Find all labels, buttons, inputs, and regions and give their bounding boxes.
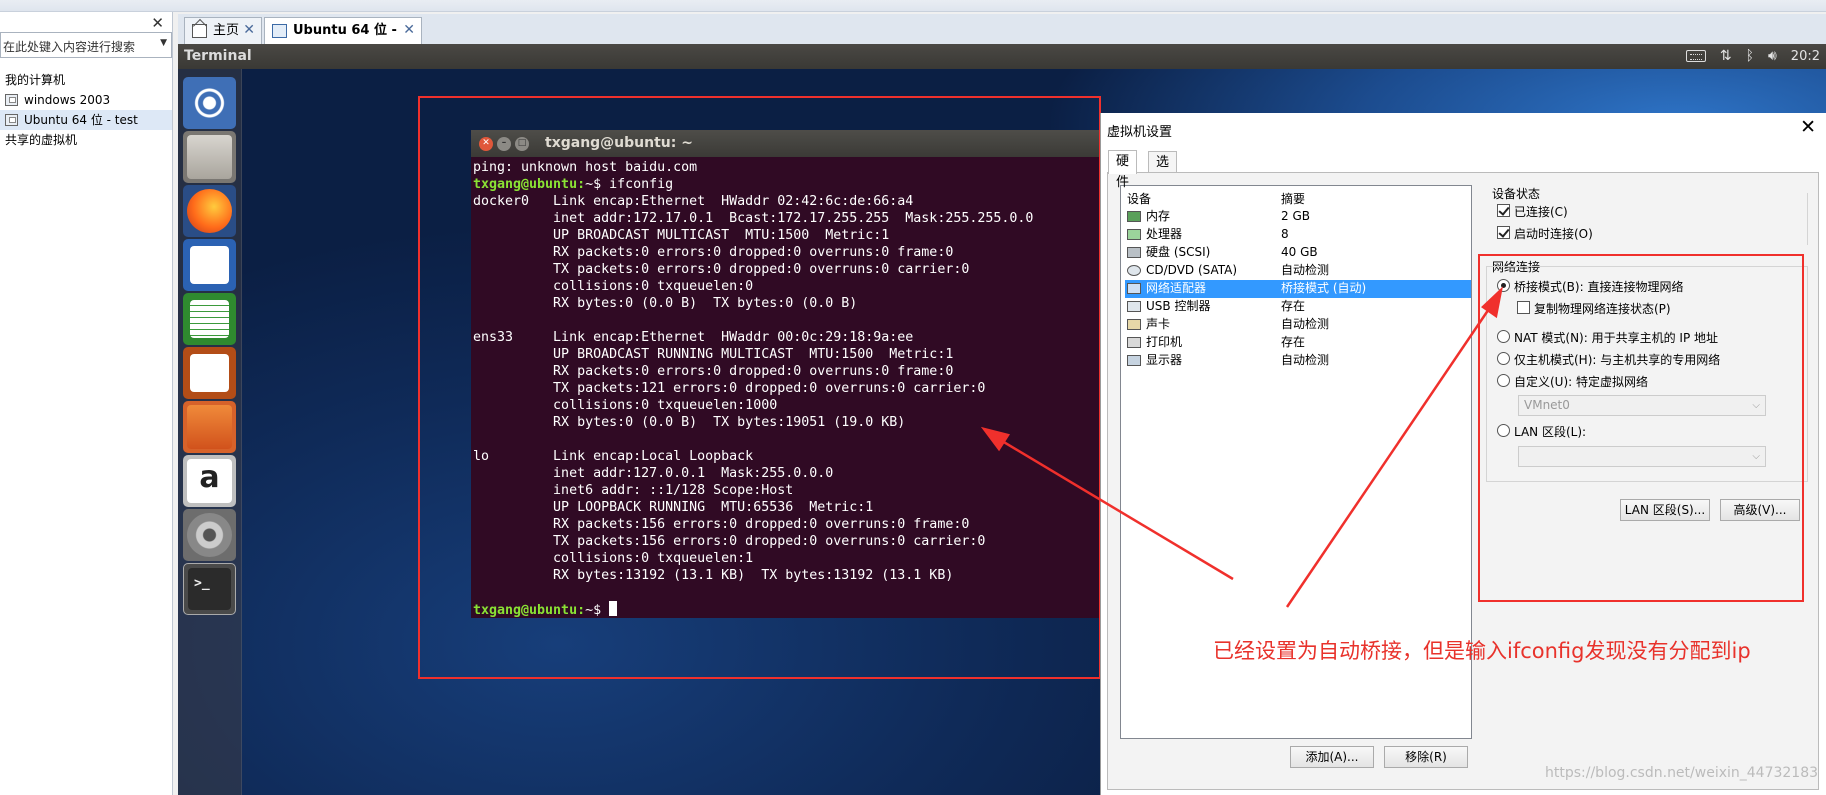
device-name: 显示器 (1146, 353, 1183, 367)
device-row-memory[interactable]: 内存 2 GB (1125, 208, 1471, 226)
device-summary: 40 GB (1281, 245, 1318, 259)
connected-checkbox[interactable] (1497, 204, 1510, 217)
dialog-title: 虚拟机设置 (1107, 125, 1173, 140)
impress-icon[interactable] (183, 347, 236, 399)
memory-icon (1127, 211, 1141, 222)
tab-ubuntu[interactable]: Ubuntu 64 位 - test ✕ (264, 17, 422, 63)
network-arrows-icon[interactable]: ⇅ (1720, 48, 1732, 64)
ubuntu-top-panel: Terminal ⇅ ᛒ 🔊︎ 20:2 (178, 44, 1826, 69)
library-item-label: 共享的虚拟机 (5, 133, 78, 147)
connected-label: 已连接(C) (1514, 205, 1568, 219)
library-item-windows-2003[interactable]: windows 2003 (0, 90, 172, 110)
remove-device-button[interactable]: 移除(R) (1384, 746, 1468, 768)
toolbar-strip (0, 0, 1826, 12)
device-summary: 8 (1281, 227, 1289, 241)
chevron-down-icon[interactable]: ▼ (160, 38, 167, 48)
device-name: 内存 (1146, 209, 1171, 223)
annotation-box-network (1478, 254, 1804, 602)
library-panel: ✕ 在此处键入内容进行搜索 ▼ 我的计算机 windows 2003 Ubunt… (0, 12, 173, 795)
library-item-my-computer[interactable]: 我的计算机 (0, 70, 172, 90)
indicator-area: ⇅ ᛒ 🔊︎ 20:2 (1685, 47, 1820, 65)
column-header-summary: 摘要 (1281, 192, 1306, 206)
device-name: 打印机 (1146, 335, 1183, 349)
device-row-sound[interactable]: 声卡 自动检测 (1125, 316, 1471, 334)
device-row-cd-dvd[interactable]: CD/DVD (SATA) 自动检测 (1125, 262, 1471, 280)
library-item-label: 我的计算机 (5, 73, 66, 87)
tab-bar: 主页 ✕ Ubuntu 64 位 - test ✕ (178, 14, 1826, 63)
printer-icon (1127, 337, 1141, 348)
hard-disk-icon (1127, 247, 1141, 258)
close-icon[interactable]: ✕ (1800, 116, 1816, 138)
firefox-icon[interactable] (183, 185, 236, 237)
tab-home[interactable]: 主页 ✕ (184, 17, 262, 44)
device-summary: 自动检测 (1281, 263, 1330, 277)
connect-at-power-on-checkbox[interactable] (1497, 226, 1510, 239)
device-row-network-adapter[interactable]: 网络适配器 桥接模式 (自动) (1125, 280, 1471, 298)
tab-hardware[interactable]: 硬件 (1108, 150, 1138, 190)
close-icon[interactable]: ✕ (403, 18, 415, 43)
screen: ✕ 在此处键入内容进行搜索 ▼ 我的计算机 windows 2003 Ubunt… (0, 0, 1826, 795)
bluetooth-icon[interactable]: ᛒ (1746, 48, 1754, 64)
library-search-input[interactable]: 在此处键入内容进行搜索 ▼ (0, 32, 172, 58)
add-device-button[interactable]: 添加(A)... (1290, 746, 1374, 768)
device-summary: 存在 (1281, 335, 1306, 349)
active-app-title: Terminal (184, 48, 252, 64)
keyboard-icon[interactable] (1685, 50, 1706, 62)
device-name: 处理器 (1146, 227, 1183, 241)
writer-icon[interactable] (183, 239, 236, 291)
device-name: 网络适配器 (1146, 281, 1207, 295)
device-row-cpu[interactable]: 处理器 8 (1125, 226, 1471, 244)
amazon-icon[interactable]: a (183, 455, 236, 507)
device-row-hard-disk[interactable]: 硬盘 (SCSI) 40 GB (1125, 244, 1471, 262)
library-item-shared-vms[interactable]: 共享的虚拟机 (0, 130, 172, 150)
device-summary: 存在 (1281, 299, 1306, 313)
device-summary: 自动检测 (1281, 317, 1330, 331)
ubuntu-launcher: a >_ (178, 69, 242, 795)
device-row-display[interactable]: 显示器 自动检测 (1125, 352, 1471, 370)
library-item-label: Ubuntu 64 位 - test (24, 113, 138, 127)
vm-icon (272, 24, 287, 38)
calc-icon[interactable] (183, 293, 236, 345)
system-settings-icon[interactable] (183, 509, 236, 561)
library-item-ubuntu[interactable]: Ubuntu 64 位 - test (0, 110, 172, 130)
usb-icon (1127, 301, 1141, 312)
volume-icon[interactable]: 🔊︎ (1768, 48, 1777, 64)
cd-dvd-icon (1127, 265, 1141, 276)
terminal-launcher-icon[interactable]: >_ (183, 563, 236, 615)
library-close-icon[interactable]: ✕ (151, 14, 164, 32)
network-adapter-icon (1127, 283, 1141, 294)
annotation-text: 已经设置为自动桥接，但是输入ifconfig发现没有分配到ip (1213, 639, 1751, 663)
software-center-icon[interactable] (183, 401, 236, 453)
files-icon[interactable] (183, 131, 236, 183)
device-summary: 2 GB (1281, 209, 1310, 223)
device-name: 声卡 (1146, 317, 1171, 331)
vm-icon (5, 94, 18, 106)
device-name: 硬盘 (SCSI) (1146, 245, 1211, 259)
watermark: https://blog.csdn.net/weixin_44732183 (1545, 765, 1819, 781)
dash-icon[interactable] (183, 77, 236, 129)
device-row-printer[interactable]: 打印机 存在 (1125, 334, 1471, 352)
sound-card-icon (1127, 319, 1141, 330)
library-tree: 我的计算机 windows 2003 Ubuntu 64 位 - test 共享… (0, 70, 172, 150)
library-item-label: windows 2003 (24, 93, 111, 107)
tab-label: 主页 (213, 23, 240, 38)
device-summary: 桥接模式 (自动) (1281, 281, 1367, 295)
device-name: CD/DVD (SATA) (1146, 263, 1238, 277)
device-summary: 自动检测 (1281, 353, 1330, 367)
close-icon[interactable]: ✕ (243, 18, 255, 43)
display-icon (1127, 355, 1141, 366)
annotation-box-terminal (418, 96, 1101, 679)
home-icon (192, 24, 207, 38)
clock[interactable]: 20:2 (1791, 49, 1820, 64)
device-name: USB 控制器 (1146, 299, 1211, 313)
vm-icon (5, 114, 18, 126)
tab-options[interactable]: 选项 (1148, 151, 1178, 191)
device-row-usb[interactable]: USB 控制器 存在 (1125, 298, 1471, 316)
column-header-device: 设备 (1127, 192, 1152, 206)
connect-at-power-on-label: 启动时连接(O) (1514, 227, 1593, 241)
library-search-placeholder: 在此处键入内容进行搜索 (3, 40, 136, 54)
cpu-icon (1127, 229, 1141, 240)
